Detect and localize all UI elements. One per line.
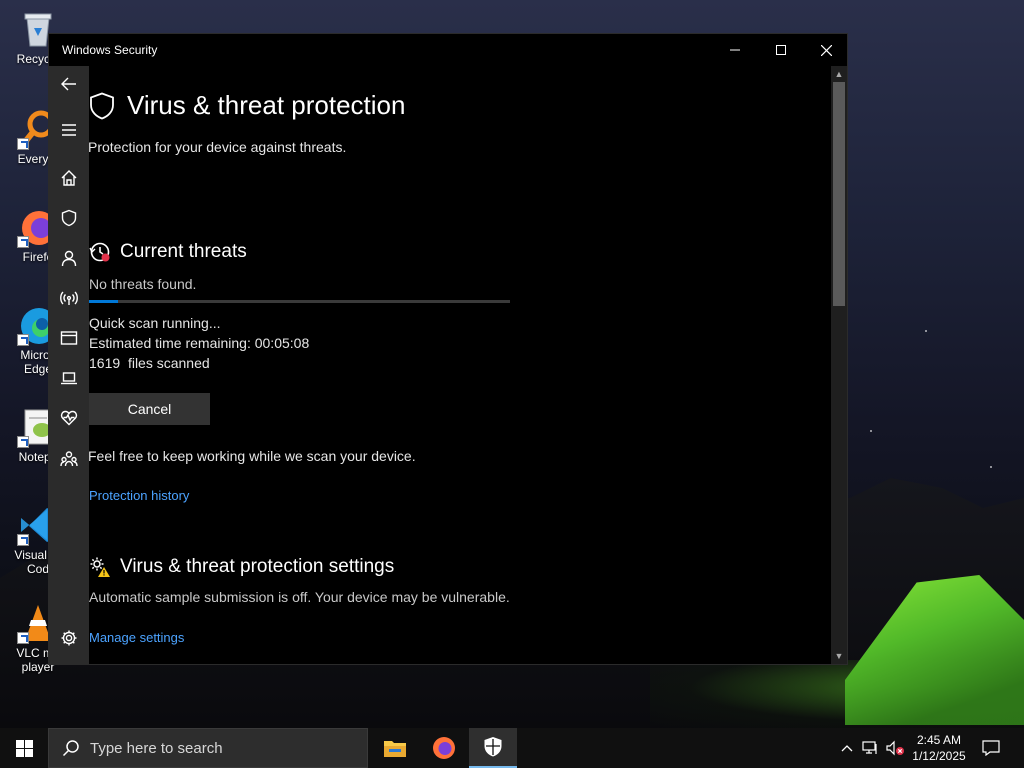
taskbar-clock[interactable]: 2:45 AM 1/12/2025 xyxy=(906,732,972,764)
action-center-button[interactable] xyxy=(978,728,1004,768)
settings-warning-icon xyxy=(90,557,110,577)
shortcut-arrow-icon xyxy=(17,236,29,248)
start-button[interactable] xyxy=(0,728,48,768)
menu-button[interactable] xyxy=(49,112,89,148)
navigation-sidebar xyxy=(49,66,89,664)
shortcut-arrow-icon xyxy=(17,436,29,448)
app-browser-icon xyxy=(60,331,78,345)
files-scanned-count: 1619 xyxy=(89,355,121,371)
time-remaining-label: Estimated time remaining: xyxy=(89,335,251,351)
scan-progress-fill xyxy=(89,300,119,303)
shield-icon xyxy=(90,92,114,120)
device-icon xyxy=(61,372,77,385)
nav-account-protection[interactable] xyxy=(49,240,89,276)
nav-firewall-network[interactable] xyxy=(49,280,89,316)
nav-settings[interactable] xyxy=(49,620,89,656)
network-icon xyxy=(60,291,78,305)
taskbar-windows-security[interactable] xyxy=(469,728,517,768)
firefox-icon xyxy=(433,737,455,759)
clock-date: 1/12/2025 xyxy=(912,749,966,763)
scroll-down-icon[interactable]: ▼ xyxy=(831,648,847,664)
page-title: Virus & threat protection xyxy=(127,90,406,120)
scan-progress-bar xyxy=(89,300,510,303)
back-arrow-icon xyxy=(61,77,76,91)
taskbar-firefox[interactable] xyxy=(420,728,468,768)
maximize-icon xyxy=(776,45,786,55)
vertical-scrollbar[interactable]: ▲ ▼ xyxy=(831,66,847,664)
scroll-up-icon[interactable]: ▲ xyxy=(831,66,847,82)
back-button[interactable] xyxy=(49,66,89,102)
windows-logo-icon xyxy=(15,739,33,757)
shortcut-arrow-icon xyxy=(17,632,29,644)
taskbar-search-box[interactable]: Type here to search xyxy=(48,728,368,768)
cancel-scan-button[interactable]: Cancel xyxy=(89,393,210,425)
files-scanned-label: files scanned xyxy=(127,355,210,371)
volume-tray-button[interactable] xyxy=(884,728,906,768)
home-icon xyxy=(61,170,77,186)
nav-device-health[interactable] xyxy=(49,400,89,436)
scan-status: Quick scan running... xyxy=(89,315,221,331)
network-tray-button[interactable] xyxy=(860,728,882,768)
file-explorer-icon xyxy=(384,741,406,757)
health-heart-icon xyxy=(60,410,78,426)
search-placeholder: Type here to search xyxy=(90,739,223,757)
star xyxy=(925,330,927,332)
close-button[interactable] xyxy=(803,34,849,66)
clock-time: 2:45 AM xyxy=(916,733,962,747)
time-remaining: Estimated time remaining: 00:05:08 xyxy=(89,335,309,351)
account-icon xyxy=(61,250,77,267)
main-content: Virus & threat protection Protection for… xyxy=(88,66,831,664)
settings-gear-icon xyxy=(61,630,77,646)
taskbar: Type here to search 2:45 AM 1/12/2025 xyxy=(0,728,1024,768)
nav-app-browser-control[interactable] xyxy=(49,320,89,356)
protection-settings-status: Automatic sample submission is off. Your… xyxy=(89,589,510,605)
shortcut-arrow-icon xyxy=(17,534,29,546)
protection-settings-heading: Virus & threat protection settings xyxy=(120,556,395,577)
maximize-button[interactable] xyxy=(758,34,804,66)
minimize-icon xyxy=(730,49,740,51)
shortcut-arrow-icon xyxy=(17,334,29,346)
volume-muted-icon xyxy=(886,740,904,756)
windows-security-window: Windows Security Virus & threat protecti… xyxy=(48,33,848,665)
scrollbar-thumb[interactable] xyxy=(833,82,845,306)
hamburger-menu-icon xyxy=(62,124,76,136)
star xyxy=(990,466,992,468)
minimize-button[interactable] xyxy=(712,34,758,66)
nav-home[interactable] xyxy=(49,160,89,196)
current-threats-heading: Current threats xyxy=(120,241,247,262)
page-subtitle: Protection for your device against threa… xyxy=(88,139,347,155)
shortcut-arrow-icon xyxy=(17,138,29,150)
star xyxy=(870,430,872,432)
family-icon xyxy=(60,451,78,467)
title-bar[interactable]: Windows Security xyxy=(49,34,847,66)
files-scanned: 1619 files scanned xyxy=(89,355,210,371)
close-icon xyxy=(820,44,832,56)
threat-history-icon xyxy=(89,242,110,262)
windows-security-icon xyxy=(484,737,502,757)
chevron-up-icon xyxy=(841,745,853,752)
show-hidden-icons-button[interactable] xyxy=(838,728,856,768)
nav-family-options[interactable] xyxy=(49,441,89,477)
nav-virus-protection[interactable] xyxy=(49,200,89,236)
window-title: Windows Security xyxy=(62,43,158,57)
taskbar-file-explorer[interactable] xyxy=(371,728,419,768)
protection-history-link[interactable]: Protection history xyxy=(89,488,189,503)
search-icon xyxy=(62,740,79,757)
shield-icon xyxy=(61,209,77,227)
time-remaining-value: 00:05:08 xyxy=(254,335,310,351)
threats-status: No threats found. xyxy=(89,276,197,292)
notification-icon xyxy=(982,740,1000,756)
manage-settings-link[interactable]: Manage settings xyxy=(89,630,184,645)
network-status-icon xyxy=(862,741,877,754)
nav-device-security[interactable] xyxy=(49,360,89,396)
scan-note: Feel free to keep working while we scan … xyxy=(88,448,416,464)
